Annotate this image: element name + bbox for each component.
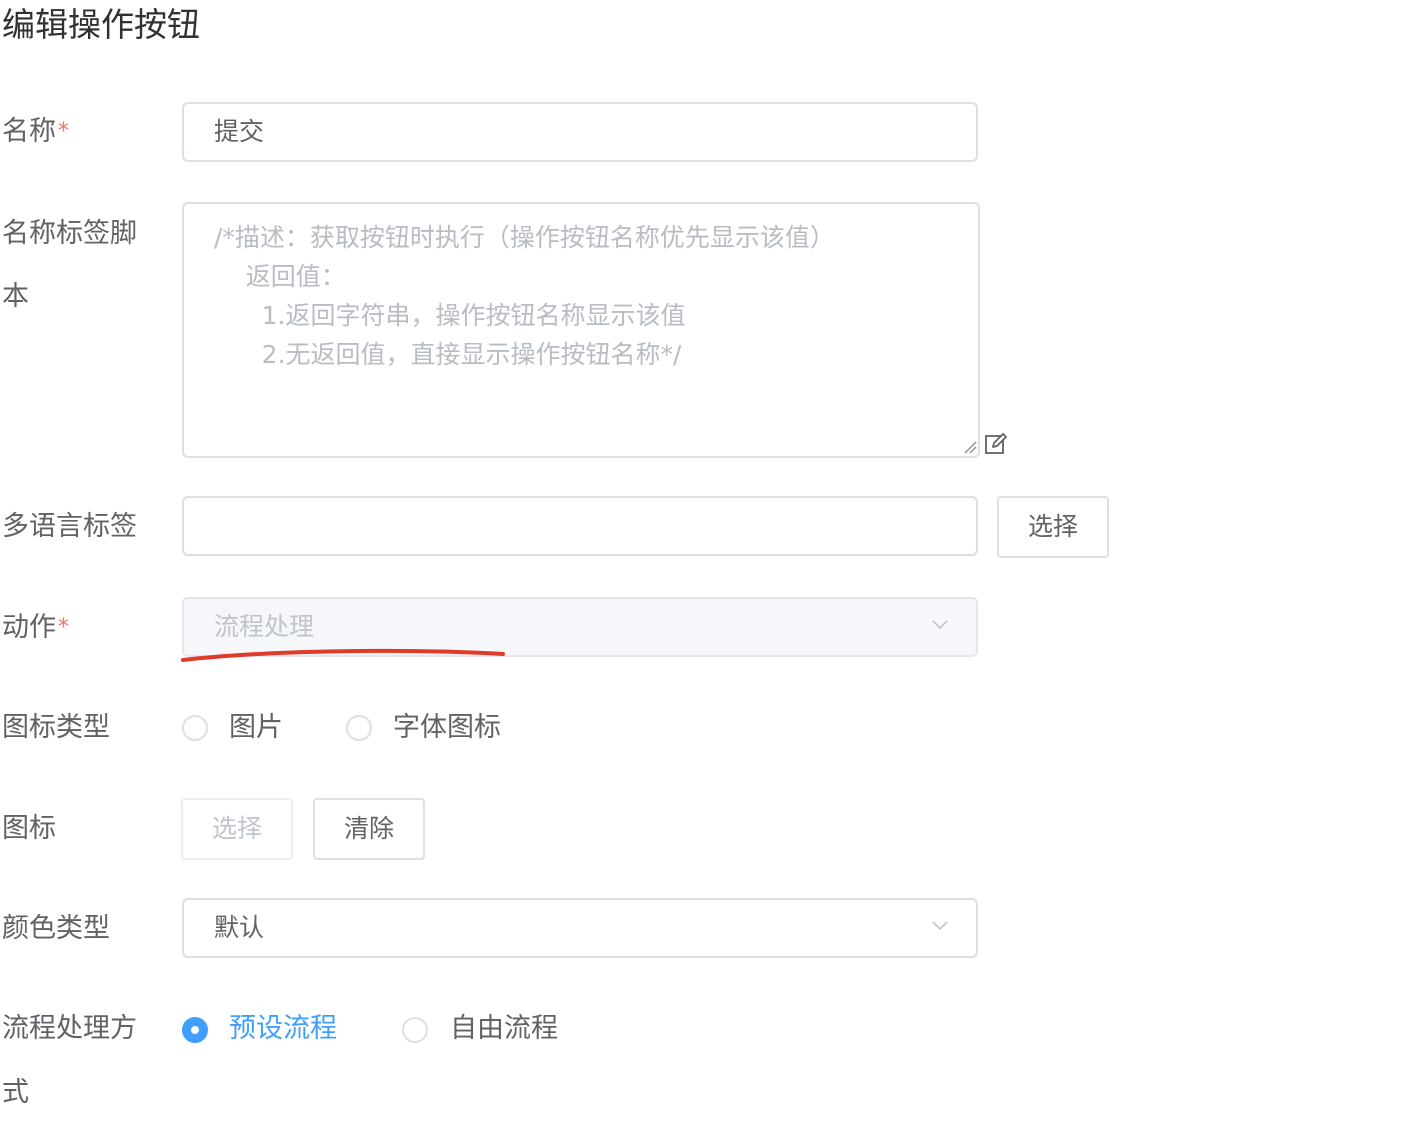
- required-mark: *: [58, 615, 69, 640]
- name-label: 名称*: [2, 116, 69, 147]
- i18n-select-button[interactable]: 选择: [997, 496, 1109, 558]
- action-label: 动作*: [2, 612, 69, 643]
- icon-label: 图标: [2, 813, 56, 844]
- chevron-down-icon: [932, 921, 948, 931]
- name-input[interactable]: 提交: [182, 102, 978, 162]
- color-type-select[interactable]: 默认: [182, 898, 978, 958]
- radio-font-icon[interactable]: [346, 715, 372, 741]
- resize-handle-icon[interactable]: [963, 440, 977, 454]
- i18n-label: 多语言标签: [2, 511, 137, 542]
- annotation-underline: [181, 648, 505, 662]
- required-mark: *: [58, 119, 69, 144]
- page-title: 编辑操作按钮: [2, 5, 200, 44]
- radio-preset-flow-label[interactable]: 预设流程: [229, 1009, 337, 1049]
- flow-mode-label: 流程处理方: [2, 1013, 137, 1044]
- color-type-value: 默认: [214, 913, 265, 942]
- i18n-input[interactable]: [182, 496, 978, 556]
- icon-clear-button[interactable]: 清除: [313, 798, 425, 860]
- radio-preset-flow[interactable]: [182, 1017, 208, 1043]
- name-script-label-cont: 本: [2, 281, 29, 312]
- icon-type-label: 图标类型: [2, 712, 110, 743]
- flow-mode-label-cont: 式: [2, 1077, 29, 1108]
- radio-image[interactable]: [182, 715, 208, 741]
- name-script-textarea[interactable]: /*描述：获取按钮时执行（操作按钮名称优先显示该值） 返回值： 1.返回字符串，…: [182, 202, 980, 458]
- icon-select-button[interactable]: 选择: [181, 798, 293, 860]
- edit-icon[interactable]: [984, 432, 1008, 456]
- name-script-label: 名称标签脚: [2, 218, 137, 249]
- radio-free-flow-label[interactable]: 自由流程: [450, 1009, 558, 1049]
- color-type-label: 颜色类型: [2, 913, 110, 944]
- radio-font-icon-label[interactable]: 字体图标: [393, 708, 501, 748]
- radio-image-label[interactable]: 图片: [229, 708, 283, 748]
- chevron-down-icon: [932, 620, 948, 630]
- radio-free-flow[interactable]: [402, 1017, 428, 1043]
- action-value: 流程处理: [214, 612, 315, 641]
